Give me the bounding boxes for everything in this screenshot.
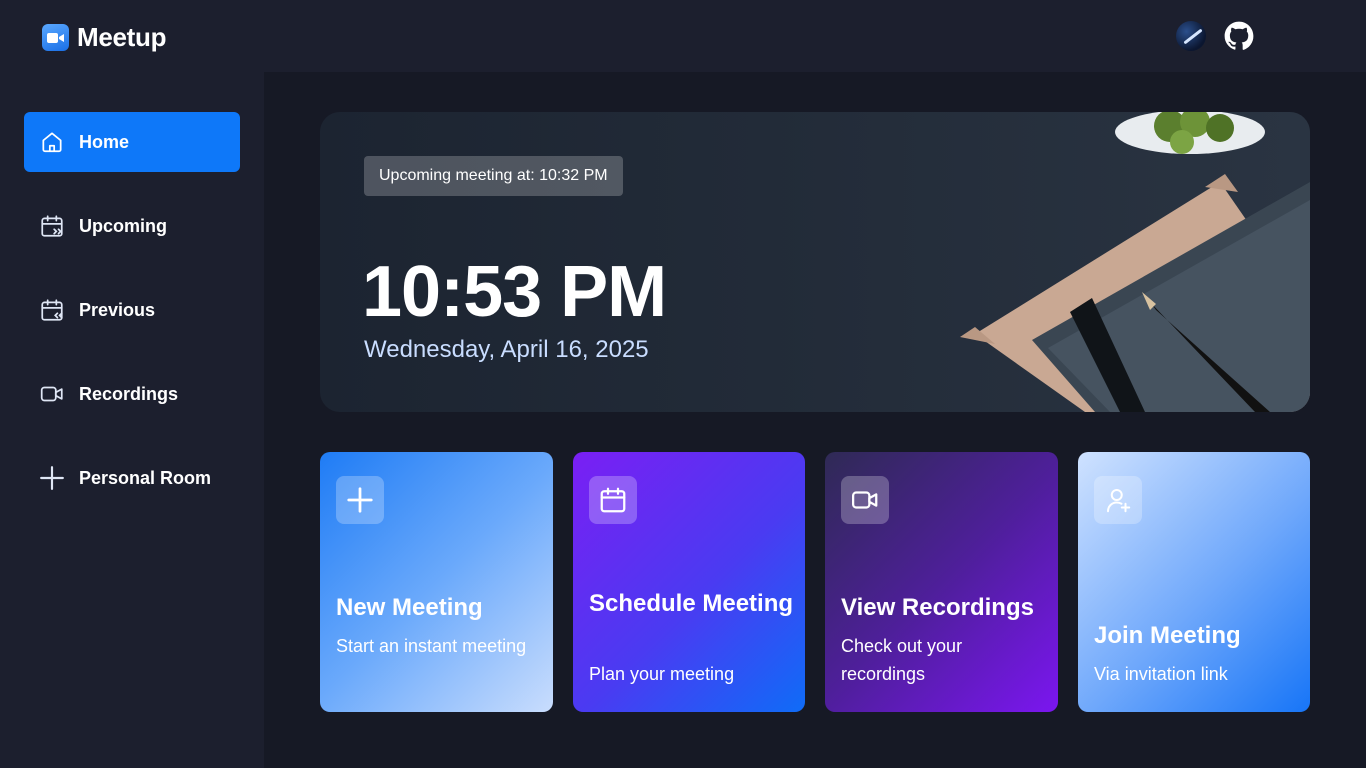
home-icon [42, 132, 62, 153]
card-subtitle: Start an instant meeting [336, 636, 527, 656]
schedule-meeting-card[interactable]: Schedule Meeting Plan your meeting [573, 452, 805, 712]
video-icon [40, 386, 63, 402]
app-name: Meetup [77, 22, 167, 52]
video-camera-logo-icon [42, 24, 69, 51]
sidebar-item-label: Previous [79, 299, 156, 320]
card-subtitle: Via invitation link [1094, 664, 1228, 684]
sidebar: Home Upcoming Previous Recordings Person… [0, 72, 264, 768]
new-meeting-card[interactable]: New Meeting Start an instant meeting [320, 452, 553, 712]
calendar-back-icon [41, 299, 63, 321]
top-bar: Meetup [0, 0, 1366, 72]
video-icon [841, 476, 889, 524]
desk-illustration [960, 112, 1310, 412]
brand-link[interactable]: Meetup [42, 22, 167, 53]
calendar-icon [589, 476, 637, 524]
sidebar-item-home[interactable]: Home [24, 112, 240, 172]
action-cards: New Meeting Start an instant meeting Sch… [320, 452, 1310, 712]
sidebar-item-personal-room[interactable]: Personal Room [24, 448, 240, 508]
sidebar-item-upcoming[interactable]: Upcoming [24, 196, 240, 256]
user-add-icon [1094, 476, 1142, 524]
main-content: Upcoming meeting at: 10:32 PM 10:53 PM W… [264, 72, 1366, 768]
sidebar-item-previous[interactable]: Previous [24, 280, 240, 340]
user-avatar[interactable] [1176, 21, 1206, 51]
sidebar-item-recordings[interactable]: Recordings [24, 364, 240, 424]
card-subtitle: Check out your recordings [841, 636, 963, 684]
hero-banner: Upcoming meeting at: 10:32 PM 10:53 PM W… [320, 112, 1310, 412]
plus-icon [40, 466, 64, 490]
github-icon[interactable] [1224, 21, 1254, 51]
card-subtitle: Plan your meeting [589, 664, 735, 684]
sidebar-item-label: Personal Room [79, 467, 212, 488]
card-title: View Recordings [841, 594, 1034, 621]
upcoming-meeting-badge: Upcoming meeting at: 10:32 PM [364, 156, 623, 196]
card-title: Join Meeting [1094, 622, 1241, 649]
plus-icon [336, 476, 384, 524]
join-meeting-card[interactable]: Join Meeting Via invitation link [1078, 452, 1310, 712]
card-title: Schedule Meeting [589, 590, 794, 617]
view-recordings-card[interactable]: View Recordings Check out your recording… [825, 452, 1058, 712]
calendar-forward-icon [41, 215, 63, 237]
current-time: 10:53 PM [362, 252, 667, 332]
card-title: New Meeting [336, 594, 483, 621]
current-date: Wednesday, April 16, 2025 [364, 336, 649, 363]
sidebar-item-label: Recordings [79, 383, 179, 404]
sidebar-item-label: Home [79, 131, 130, 152]
sidebar-item-label: Upcoming [79, 215, 167, 236]
